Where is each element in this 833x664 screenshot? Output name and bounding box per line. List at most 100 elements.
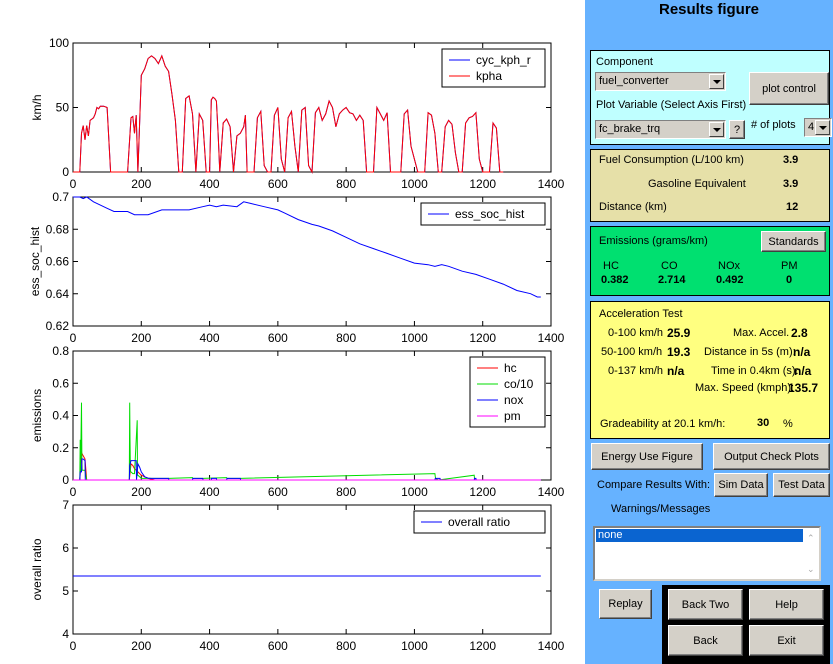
emissions-label: Emissions (grams/km) (599, 235, 708, 247)
distance-5s-label: Distance in 5s (m): (704, 346, 796, 358)
test-data-button[interactable]: Test Data (773, 473, 830, 497)
accel-50-100-label: 50-100 km/h (601, 346, 663, 358)
accel-0-137-label: 0-137 km/h (608, 365, 664, 377)
help-button[interactable]: Help (749, 589, 824, 620)
x-tick-label: 200 (131, 177, 151, 191)
x-tick-label: 1400 (538, 639, 565, 653)
time-04km-label: Time in 0.4km (s): (711, 365, 799, 377)
emission-value-nox: 0.492 (716, 274, 744, 286)
exit-button[interactable]: Exit (749, 625, 824, 656)
x-tick-label: 600 (268, 639, 288, 653)
output-check-plots-button[interactable]: Output Check Plots (713, 443, 830, 470)
fuel-consumption-label: Fuel Consumption (L/100 km) (599, 154, 744, 166)
fuel-panel: Fuel Consumption (L/100 km) 3.9 Gasoline… (590, 149, 830, 222)
sim-data-button[interactable]: Sim Data (714, 473, 768, 497)
x-tick-label: 400 (200, 331, 220, 345)
legend-label: co/10 (504, 377, 534, 391)
x-tick-label: 600 (268, 177, 288, 191)
warnings-label: Warnings/Messages (611, 503, 711, 515)
scroll-up-icon[interactable]: ⌃ (807, 533, 815, 544)
y-tick-label: 0.4 (52, 409, 69, 423)
acceleration-title: Acceleration Test (599, 308, 683, 320)
max-speed-label: Max. Speed (kmph): (695, 382, 795, 394)
warnings-item[interactable]: none (596, 529, 804, 542)
emission-header-co: CO (661, 260, 678, 272)
chevron-down-icon[interactable] (709, 122, 724, 137)
distance-5s-value: n/a (793, 345, 811, 359)
x-tick-label: 0 (70, 639, 77, 653)
emission-header-pm: PM (781, 260, 798, 272)
component-select[interactable]: fuel_converter (595, 72, 726, 91)
y-tick-label: 0 (62, 473, 69, 487)
legend-label: pm (504, 409, 521, 423)
y-tick-label: 7 (62, 498, 69, 512)
x-tick-label: 1400 (538, 485, 565, 499)
standards-button[interactable]: Standards (761, 231, 826, 252)
emission-header-hc: HC (603, 260, 619, 272)
x-tick-label: 0 (70, 331, 77, 345)
emission-value-hc: 0.382 (601, 274, 629, 286)
x-tick-label: 600 (268, 485, 288, 499)
legend-label: overall ratio (448, 515, 510, 529)
x-tick-label: 800 (336, 331, 356, 345)
back-two-button[interactable]: Back Two (668, 589, 743, 620)
y-axis-label: emissions (30, 389, 44, 442)
accel-0-137-value: n/a (667, 364, 685, 378)
results-charts: 0 200 400 600 800 1000 1200 1400050100km/hcyc_k… (28, 36, 565, 653)
legend-label: hc (504, 361, 517, 375)
num-plots-value: 4 (808, 121, 815, 133)
max-accel-label: Max. Accel. (733, 327, 790, 339)
y-tick-label: 50 (56, 101, 70, 115)
chevron-down-icon[interactable] (815, 120, 830, 135)
emissions-panel: Emissions (grams/km) Standards HC CO NOx… (590, 226, 830, 296)
x-tick-label: 200 (131, 639, 151, 653)
gradeability-unit: % (783, 418, 793, 430)
plot-control-button[interactable]: plot control (749, 72, 829, 105)
x-tick-label: 1200 (469, 639, 496, 653)
gasoline-equivalent-label: Gasoline Equivalent (648, 178, 746, 190)
legend-label: kpha (476, 69, 502, 83)
legend-label: cyc_kph_r (476, 53, 531, 67)
emission-header-nox: NOx (718, 260, 740, 272)
x-tick-label: 0 (70, 177, 77, 191)
x-tick-label: 0 (70, 485, 77, 499)
back-button[interactable]: Back (668, 625, 743, 656)
x-tick-label: 400 (200, 177, 220, 191)
energy-use-figure-button[interactable]: Energy Use Figure (591, 443, 703, 470)
y-tick-label: 0 (62, 165, 69, 179)
max-accel-value: 2.8 (791, 326, 808, 340)
plot-variable-select[interactable]: fc_brake_trq (595, 120, 726, 139)
emission-value-pm: 0 (786, 274, 793, 286)
time-04km-value: n/a (794, 364, 812, 378)
plots-area: 0 200 400 600 800 1000 1200 1400 0 50 100 km/h cyc_k… (0, 0, 585, 664)
emission-value-co: 2.714 (658, 274, 686, 286)
y-tick-label: 0.7 (52, 190, 69, 204)
distance-value: 12 (786, 201, 799, 213)
x-tick-label: 1400 (538, 177, 565, 191)
y-tick-label: 4 (62, 627, 69, 641)
num-plots-select[interactable]: 4 (804, 118, 832, 137)
plot-variable-value: fc_brake_trq (599, 123, 661, 135)
acceleration-panel: Acceleration Test 0-100 km/h 25.9 50-100… (590, 301, 830, 439)
y-tick-label: 0.8 (52, 344, 69, 358)
replay-button[interactable]: Replay (599, 589, 652, 619)
y-tick-label: 0.2 (52, 441, 69, 455)
scroll-down-icon[interactable]: ⌄ (807, 564, 815, 575)
y-tick-label: 0.64 (46, 287, 70, 301)
x-tick-label: 1200 (469, 331, 496, 345)
scrollbar[interactable]: ⌃ ⌄ (803, 528, 819, 579)
y-tick-label: 0.68 (46, 222, 70, 236)
x-tick-label: 1400 (538, 331, 565, 345)
x-tick-label: 1200 (469, 485, 496, 499)
chevron-down-icon[interactable] (709, 74, 724, 89)
nav-button-group: Back Two Help Back Exit (662, 585, 830, 664)
distance-label: Distance (km) (599, 201, 667, 213)
max-speed-value: 135.7 (788, 381, 819, 395)
y-tick-label: 0.6 (52, 376, 69, 390)
compare-results-label: Compare Results With: (597, 479, 711, 491)
warnings-listbox[interactable]: none ⌃ ⌄ (593, 526, 821, 581)
plot-variable-help-button[interactable]: ? (729, 120, 745, 139)
accel-0-100-label: 0-100 km/h (608, 327, 664, 339)
results-title: Results figure (658, 1, 760, 18)
accel-0-100-value: 25.9 (667, 326, 691, 340)
